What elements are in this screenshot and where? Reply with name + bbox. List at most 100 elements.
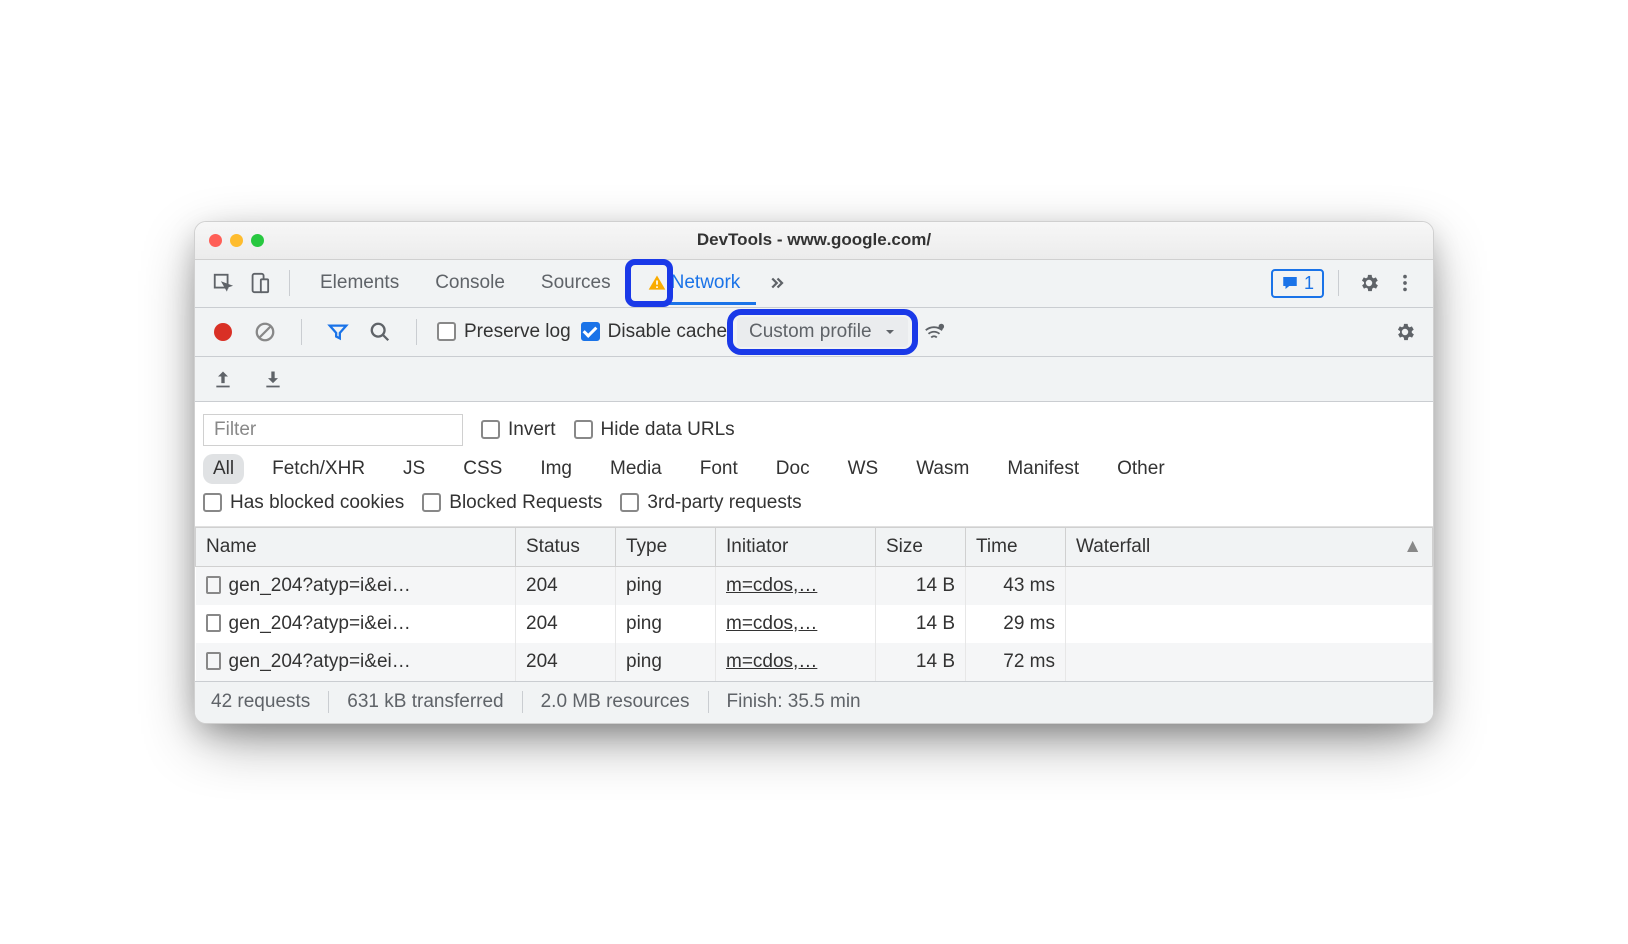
- throttling-value: Custom profile: [749, 321, 872, 343]
- type-filter-media[interactable]: Media: [600, 454, 672, 484]
- document-icon: [206, 652, 221, 670]
- import-export-bar: [195, 357, 1433, 402]
- cell-size: 14 B: [876, 643, 966, 681]
- preserve-log-checkbox[interactable]: Preserve log: [437, 321, 571, 343]
- cell-time: 43 ms: [966, 566, 1066, 605]
- search-icon[interactable]: [364, 316, 396, 348]
- column-type[interactable]: Type: [616, 527, 716, 566]
- cell-name: gen_204?atyp=i&ei…: [196, 605, 516, 643]
- tab-console[interactable]: Console: [419, 262, 521, 304]
- close-window-button[interactable]: [209, 234, 222, 247]
- separator: [1338, 270, 1339, 296]
- type-filter-js[interactable]: JS: [393, 454, 435, 484]
- type-filter-other[interactable]: Other: [1107, 454, 1175, 484]
- cell-waterfall: [1066, 605, 1433, 643]
- table-row[interactable]: gen_204?atyp=i&ei…204pingm=cdos,…14 B72 …: [196, 643, 1433, 681]
- type-filter-wasm[interactable]: Wasm: [906, 454, 979, 484]
- status-resources: 2.0 MB resources: [523, 691, 709, 713]
- document-icon: [206, 614, 221, 632]
- separator: [301, 319, 302, 345]
- cell-status: 204: [516, 605, 616, 643]
- cell-waterfall: [1066, 566, 1433, 605]
- table-body: gen_204?atyp=i&ei…204pingm=cdos,…14 B43 …: [196, 566, 1433, 681]
- cell-type: ping: [616, 566, 716, 605]
- type-filter-img[interactable]: Img: [530, 454, 582, 484]
- device-toggle-icon[interactable]: [243, 267, 275, 299]
- settings-icon[interactable]: [1353, 267, 1385, 299]
- disable-cache-checkbox[interactable]: Disable cache: [581, 321, 727, 343]
- cell-initiator[interactable]: m=cdos,…: [716, 566, 876, 605]
- clear-button[interactable]: [249, 316, 281, 348]
- tab-network-label: Network: [671, 272, 741, 294]
- type-filter-css[interactable]: CSS: [453, 454, 512, 484]
- minimize-window-button[interactable]: [230, 234, 243, 247]
- cell-time: 29 ms: [966, 605, 1066, 643]
- status-bar: 42 requests 631 kB transferred 2.0 MB re…: [195, 681, 1433, 723]
- tab-elements[interactable]: Elements: [304, 262, 415, 304]
- type-filter-font[interactable]: Font: [690, 454, 748, 484]
- sort-arrow-icon: ▲: [1403, 536, 1422, 558]
- more-menu-icon[interactable]: [1389, 267, 1421, 299]
- column-status[interactable]: Status: [516, 527, 616, 566]
- network-toolbar: Preserve log Disable cache Custom profil…: [195, 308, 1433, 357]
- main-tabbar: Elements Console Sources Network 1: [195, 260, 1433, 308]
- filter-input[interactable]: [203, 414, 463, 446]
- throttling-select[interactable]: Custom profile: [737, 317, 908, 347]
- type-filter-fetchxhr[interactable]: Fetch/XHR: [262, 454, 375, 484]
- cell-status: 204: [516, 566, 616, 605]
- third-party-checkbox[interactable]: 3rd-party requests: [620, 492, 801, 514]
- inspect-element-icon[interactable]: [207, 267, 239, 299]
- cell-waterfall: [1066, 643, 1433, 681]
- warning-icon: [647, 273, 667, 293]
- has-blocked-cookies-checkbox[interactable]: Has blocked cookies: [203, 492, 404, 514]
- devtools-window: DevTools - www.google.com/ Elements Cons…: [194, 221, 1434, 724]
- column-initiator[interactable]: Initiator: [716, 527, 876, 566]
- cell-size: 14 B: [876, 566, 966, 605]
- column-name[interactable]: Name: [196, 527, 516, 566]
- issues-count: 1: [1304, 273, 1314, 294]
- column-waterfall[interactable]: Waterfall▲: [1066, 527, 1433, 566]
- status-finish: Finish: 35.5 min: [709, 691, 879, 713]
- upload-har-icon[interactable]: [207, 363, 239, 395]
- type-filter-doc[interactable]: Doc: [766, 454, 820, 484]
- table-row[interactable]: gen_204?atyp=i&ei…204pingm=cdos,…14 B29 …: [196, 605, 1433, 643]
- issues-badge[interactable]: 1: [1271, 269, 1324, 298]
- cell-status: 204: [516, 643, 616, 681]
- cell-type: ping: [616, 643, 716, 681]
- titlebar: DevTools - www.google.com/: [195, 222, 1433, 260]
- chat-icon: [1281, 274, 1299, 292]
- type-filter-manifest[interactable]: Manifest: [997, 454, 1089, 484]
- table-row[interactable]: gen_204?atyp=i&ei…204pingm=cdos,…14 B43 …: [196, 566, 1433, 605]
- tab-network[interactable]: Network: [631, 262, 757, 304]
- separator: [416, 319, 417, 345]
- cell-initiator[interactable]: m=cdos,…: [716, 643, 876, 681]
- preserve-log-label: Preserve log: [464, 321, 571, 343]
- filter-toggle-icon[interactable]: [322, 316, 354, 348]
- cell-name: gen_204?atyp=i&ei…: [196, 566, 516, 605]
- tab-sources[interactable]: Sources: [525, 262, 627, 304]
- network-conditions-icon[interactable]: [918, 316, 950, 348]
- invert-checkbox[interactable]: Invert: [481, 419, 556, 441]
- cell-name: gen_204?atyp=i&ei…: [196, 643, 516, 681]
- cell-initiator[interactable]: m=cdos,…: [716, 605, 876, 643]
- traffic-lights: [209, 234, 264, 247]
- document-icon: [206, 576, 221, 594]
- more-tabs-icon[interactable]: [760, 267, 792, 299]
- zoom-window-button[interactable]: [251, 234, 264, 247]
- status-requests: 42 requests: [211, 691, 329, 713]
- resource-type-filters: All Fetch/XHR JS CSS Img Media Font Doc WS Wasm Ma…: [195, 450, 1433, 488]
- column-time[interactable]: Time: [966, 527, 1066, 566]
- disable-cache-label: Disable cache: [608, 321, 727, 343]
- cell-type: ping: [616, 605, 716, 643]
- hide-data-urls-checkbox[interactable]: Hide data URLs: [574, 419, 735, 441]
- blocked-requests-checkbox[interactable]: Blocked Requests: [422, 492, 602, 514]
- type-filter-all[interactable]: All: [203, 454, 244, 484]
- column-size[interactable]: Size: [876, 527, 966, 566]
- download-har-icon[interactable]: [257, 363, 289, 395]
- window-title: DevTools - www.google.com/: [195, 230, 1433, 250]
- cell-time: 72 ms: [966, 643, 1066, 681]
- record-button[interactable]: [207, 316, 239, 348]
- network-settings-icon[interactable]: [1389, 316, 1421, 348]
- type-filter-ws[interactable]: WS: [838, 454, 889, 484]
- separator: [289, 270, 290, 296]
